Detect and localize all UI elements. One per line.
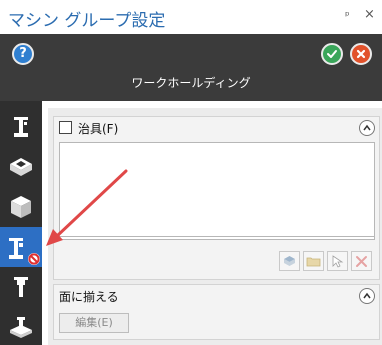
close-icon[interactable]: × <box>364 7 375 22</box>
cancel-button[interactable] <box>350 43 372 65</box>
help-button[interactable]: ? <box>12 43 34 65</box>
stock-icon <box>10 158 32 176</box>
sidebar-item-part[interactable] <box>0 187 42 227</box>
workholding-icon <box>9 238 40 265</box>
cursor-icon <box>332 255 344 268</box>
sidebar-item-machine[interactable] <box>0 307 42 345</box>
folder-icon <box>306 257 321 267</box>
sidebar <box>0 101 42 345</box>
sidebar-item-tool[interactable] <box>0 267 42 307</box>
fixture-list-divider <box>59 236 375 240</box>
open-folder-button[interactable] <box>303 251 324 271</box>
sidebar-item-workholding[interactable] <box>0 227 42 267</box>
pin-icon[interactable]: ᵖ <box>345 9 350 22</box>
remove-button[interactable] <box>351 251 372 271</box>
help-icon: ? <box>19 46 27 61</box>
fixture-checkbox[interactable] <box>59 121 72 134</box>
fixture-label: 治具(F) <box>78 122 119 136</box>
part-icon <box>11 196 31 218</box>
add-fixture-button[interactable] <box>279 251 300 271</box>
fixture-collapse-button[interactable] <box>359 120 375 136</box>
ok-button[interactable] <box>321 43 343 65</box>
sidebar-item-clamp[interactable] <box>0 107 42 147</box>
chevron-up-icon <box>363 124 371 131</box>
tool-icon <box>14 277 28 297</box>
clamp-icon <box>14 117 28 137</box>
align-section: 面に揃える 編集(E) <box>53 284 380 340</box>
add-fixture-icon <box>284 256 295 266</box>
fixture-section: 治具(F) <box>53 116 380 280</box>
x-icon <box>356 256 367 267</box>
align-label: 面に揃える <box>59 290 119 304</box>
checkmark-icon <box>327 50 337 58</box>
panel-header: ? ワークホールディング <box>0 34 382 101</box>
chevron-up-icon <box>363 292 371 299</box>
edit-button[interactable]: 編集(E) <box>59 313 129 333</box>
x-icon <box>356 49 366 59</box>
panel-title: ワークホールディング <box>131 76 251 90</box>
machine-icon <box>10 317 32 338</box>
title-bar: マシン グループ設定 ᵖ × <box>0 0 382 34</box>
select-geometry-button[interactable] <box>327 251 348 271</box>
fixture-list[interactable] <box>59 142 375 240</box>
window-title: マシン グループ設定 <box>8 11 166 31</box>
align-collapse-button[interactable] <box>359 288 375 304</box>
sidebar-item-stock[interactable] <box>0 147 42 187</box>
